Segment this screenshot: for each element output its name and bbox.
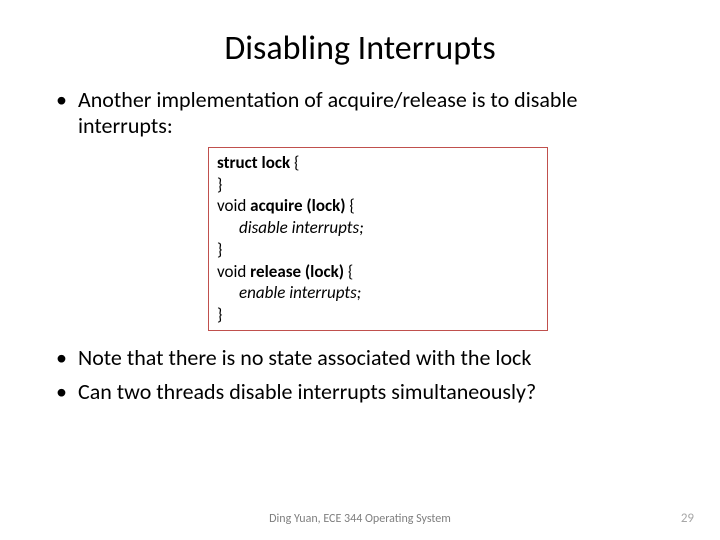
code-ident: lock xyxy=(262,152,291,173)
code-text: { xyxy=(290,152,299,173)
bullet-item: Note that there is no state associated w… xyxy=(56,345,672,371)
code-line: enable interrupts; xyxy=(217,282,539,304)
code-line: } xyxy=(217,174,539,196)
code-text: { xyxy=(346,195,355,216)
footer-author: Ding Yuan, ECE 344 Operating System xyxy=(0,512,720,526)
bullet-item: Can two threads disable interrupts simul… xyxy=(56,379,672,405)
code-line: void acquire (lock) { xyxy=(217,195,539,217)
code-keyword: void xyxy=(217,195,250,216)
bullet-item: Another implementation of acquire/releas… xyxy=(56,87,672,139)
code-line: void release (lock) { xyxy=(217,261,539,283)
code-line: struct lock { xyxy=(217,152,539,174)
page-number: 29 xyxy=(681,511,694,526)
code-line: disable interrupts; xyxy=(217,217,539,239)
bullet-list-bottom: Note that there is no state associated w… xyxy=(48,345,672,405)
code-line: } xyxy=(217,304,539,326)
bullet-list-top: Another implementation of acquire/releas… xyxy=(48,87,672,139)
code-box: struct lock { } void acquire (lock) { di… xyxy=(208,147,548,331)
code-line: } xyxy=(217,239,539,261)
slide-title: Disabling Interrupts xyxy=(48,28,672,69)
code-text: { xyxy=(344,261,353,282)
code-keyword: void xyxy=(217,261,250,282)
slide: Disabling Interrupts Another implementat… xyxy=(0,0,720,540)
code-ident: release (lock) xyxy=(250,261,344,282)
code-keyword: struct xyxy=(217,152,262,173)
code-ident: acquire (lock) xyxy=(250,195,345,216)
